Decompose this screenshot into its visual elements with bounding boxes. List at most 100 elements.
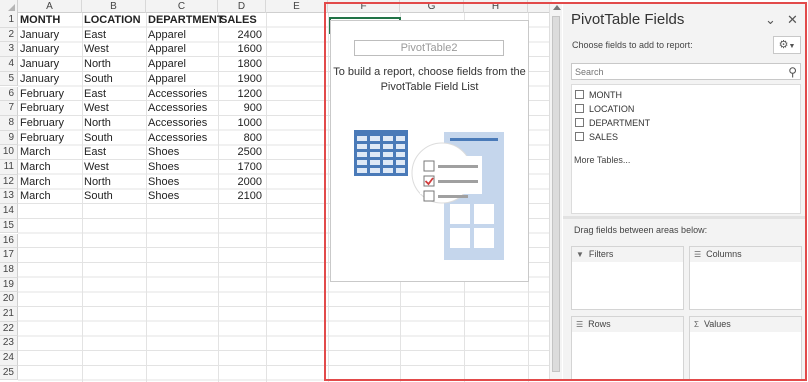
- cell-department[interactable]: Apparel: [146, 42, 218, 57]
- cell-location[interactable]: South: [82, 72, 146, 87]
- row-header[interactable]: 8: [0, 115, 18, 131]
- column-header-g[interactable]: G: [400, 0, 464, 13]
- cell-sales[interactable]: 2500: [218, 145, 266, 160]
- column-header-d[interactable]: D: [218, 0, 266, 13]
- cell-department[interactable]: Shoes: [146, 160, 218, 175]
- cell-department[interactable]: Accessories: [146, 101, 218, 116]
- row-header[interactable]: 7: [0, 101, 18, 116]
- column-header-b[interactable]: B: [82, 0, 146, 13]
- row-header[interactable]: 14: [0, 204, 18, 219]
- cell-sales[interactable]: 900: [218, 101, 266, 116]
- cell-department[interactable]: Shoes: [146, 189, 218, 204]
- row-header[interactable]: 4: [0, 57, 18, 72]
- cell-header-location[interactable]: LOCATION: [82, 13, 146, 28]
- cell-location[interactable]: East: [82, 28, 146, 43]
- worksheet-grid[interactable]: A B C D E F G H 1 2 3 4 5 6 7 8 9 10 11 12 13 14 15 16 1…: [0, 0, 552, 382]
- row-header[interactable]: 25: [0, 365, 18, 381]
- filters-area[interactable]: ▼ Filters: [571, 246, 684, 310]
- row-header[interactable]: 19: [0, 277, 18, 293]
- row-header[interactable]: 9: [0, 130, 18, 146]
- row-header[interactable]: 24: [0, 351, 18, 366]
- cell-location[interactable]: North: [82, 116, 146, 131]
- row-header[interactable]: 13: [0, 189, 18, 205]
- cell-month[interactable]: March: [18, 175, 82, 190]
- cell-month[interactable]: March: [18, 160, 82, 175]
- vertical-scrollbar[interactable]: [549, 2, 562, 380]
- column-header-h[interactable]: H: [464, 0, 528, 13]
- field-checkbox[interactable]: [575, 118, 584, 127]
- cell-location[interactable]: East: [82, 87, 146, 102]
- search-icon[interactable]: ⚲: [788, 65, 797, 79]
- pane-splitter[interactable]: [563, 216, 805, 219]
- row-header[interactable]: 21: [0, 307, 18, 322]
- row-header[interactable]: 23: [0, 336, 18, 352]
- select-all-corner[interactable]: [0, 0, 18, 13]
- cell-sales[interactable]: 2400: [218, 28, 266, 43]
- cell-location[interactable]: West: [82, 101, 146, 116]
- field-item-sales[interactable]: SALES: [575, 131, 618, 145]
- field-item-department[interactable]: DEPARTMENT: [575, 117, 650, 131]
- cell-location[interactable]: North: [82, 57, 146, 72]
- cell-department[interactable]: Apparel: [146, 28, 218, 43]
- cell-month[interactable]: January: [18, 28, 82, 43]
- field-item-month[interactable]: MONTH: [575, 89, 622, 103]
- column-header-a[interactable]: A: [18, 0, 82, 13]
- cell-location[interactable]: West: [82, 42, 146, 57]
- row-header[interactable]: 18: [0, 262, 18, 278]
- field-item-location[interactable]: LOCATION: [575, 103, 634, 117]
- cell-department[interactable]: Apparel: [146, 72, 218, 87]
- row-header[interactable]: 12: [0, 174, 18, 190]
- cell-sales[interactable]: 2100: [218, 189, 266, 204]
- cell-header-sales[interactable]: SALES: [218, 13, 266, 28]
- cell-month[interactable]: February: [18, 87, 82, 102]
- cell-month[interactable]: March: [18, 189, 82, 204]
- cell-sales[interactable]: 1700: [218, 160, 266, 175]
- cell-sales[interactable]: 1800: [218, 57, 266, 72]
- row-header[interactable]: 16: [0, 233, 18, 249]
- cell-sales[interactable]: 1600: [218, 42, 266, 57]
- row-header[interactable]: 20: [0, 292, 18, 307]
- cell-department[interactable]: Accessories: [146, 87, 218, 102]
- row-header[interactable]: 22: [0, 321, 18, 337]
- row-header[interactable]: 15: [0, 218, 18, 234]
- cell-month[interactable]: January: [18, 72, 82, 87]
- rows-area[interactable]: ☰ Rows: [571, 316, 684, 380]
- more-tables-link[interactable]: More Tables...: [574, 155, 630, 165]
- cell-month[interactable]: February: [18, 131, 82, 146]
- cell-sales[interactable]: 1200: [218, 87, 266, 102]
- cell-month[interactable]: January: [18, 57, 82, 72]
- cell-sales[interactable]: 1000: [218, 116, 266, 131]
- cell-location[interactable]: South: [82, 189, 146, 204]
- row-header[interactable]: 6: [0, 86, 18, 102]
- cell-department[interactable]: Shoes: [146, 175, 218, 190]
- cell-header-department[interactable]: DEPARTMENT: [146, 13, 224, 28]
- row-header[interactable]: 5: [0, 71, 18, 87]
- close-icon[interactable]: ✕: [787, 12, 798, 28]
- tools-button[interactable]: ⚙▼: [773, 36, 801, 54]
- column-header-e[interactable]: E: [266, 0, 328, 13]
- field-checkbox[interactable]: [575, 90, 584, 99]
- chevron-down-icon[interactable]: ⌄: [765, 12, 776, 28]
- columns-area[interactable]: ☰ Columns: [689, 246, 802, 310]
- cell-month[interactable]: March: [18, 145, 82, 160]
- cell-sales[interactable]: 1900: [218, 72, 266, 87]
- scroll-up-arrow-icon[interactable]: [553, 5, 561, 10]
- cell-department[interactable]: Shoes: [146, 145, 218, 160]
- cell-department[interactable]: Accessories: [146, 131, 218, 146]
- cell-month[interactable]: January: [18, 42, 82, 57]
- cell-location[interactable]: East: [82, 145, 146, 160]
- cell-location[interactable]: West: [82, 160, 146, 175]
- cell-location[interactable]: North: [82, 175, 146, 190]
- row-header[interactable]: 10: [0, 145, 18, 160]
- cell-sales[interactable]: 2000: [218, 175, 266, 190]
- cell-department[interactable]: Accessories: [146, 116, 218, 131]
- cell-location[interactable]: South: [82, 131, 146, 146]
- cell-month[interactable]: February: [18, 116, 82, 131]
- row-header[interactable]: 2: [0, 27, 18, 43]
- field-checkbox[interactable]: [575, 104, 584, 113]
- row-header[interactable]: 3: [0, 42, 18, 58]
- cell-month[interactable]: February: [18, 101, 82, 116]
- row-header[interactable]: 11: [0, 160, 18, 175]
- row-header[interactable]: 17: [0, 248, 18, 263]
- row-header[interactable]: 1: [0, 13, 18, 28]
